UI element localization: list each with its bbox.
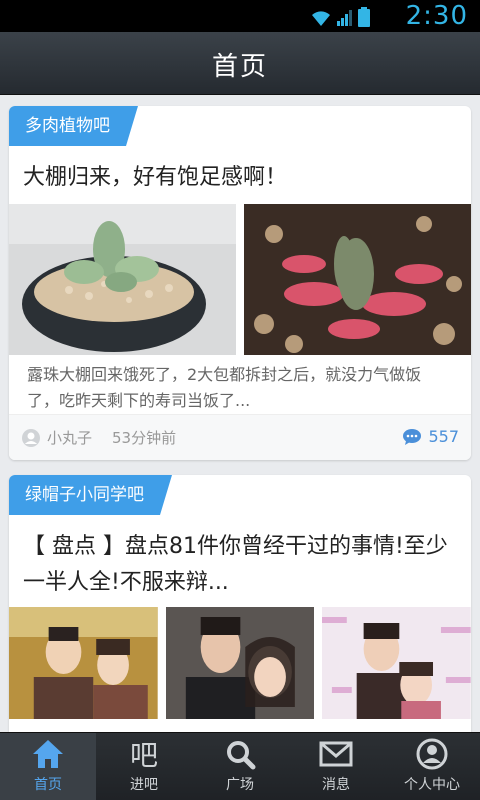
post-excerpt: 露珠大棚回来饿死了，2大包都拆封之后，就没力气做饭了，吃昨天剩下的寿司当饭了..… (27, 365, 422, 410)
app-header: 首页 (0, 32, 480, 95)
author-info[interactable]: 小丸子 53分钟前 (21, 427, 176, 448)
comment-icon (403, 428, 422, 445)
search-icon (227, 741, 256, 770)
status-time: 2:30 (405, 1, 468, 31)
post-images (9, 607, 471, 719)
post-card[interactable]: 多肉植物吧 大棚归来，好有饱足感啊！ 露珠大棚回来饿死了，2大包都拆封之后，就没… (9, 106, 471, 460)
nav-label: 进吧 (130, 777, 158, 793)
post-time: 53分钟前 (112, 429, 177, 447)
post-images (9, 204, 471, 355)
nav-label: 消息 (322, 777, 350, 793)
signal-icon (337, 10, 352, 26)
user-icon (416, 738, 448, 770)
post-image[interactable] (9, 607, 158, 719)
battery-icon (358, 7, 370, 27)
post-image[interactable] (322, 607, 471, 719)
nav-item-messages[interactable]: 消息 (288, 733, 384, 800)
nav-label: 首页 (34, 777, 62, 793)
post-title[interactable]: 【 盘点 】盘点81件你曾经干过的事情!至少一半人全!不服来辩... (23, 529, 457, 601)
author-name[interactable]: 小丸子 (47, 427, 92, 448)
forum-tag[interactable]: 绿帽子小同学吧 (9, 475, 172, 515)
nav-item-ba[interactable]: 吧 进吧 (96, 733, 192, 800)
comment-count-value: 557 (428, 427, 459, 446)
nav-label: 个人中心 (404, 777, 460, 793)
ba-icon: 吧 (130, 739, 158, 770)
home-icon (33, 740, 63, 768)
post-title[interactable]: 大棚归来，好有饱足感啊！ (23, 160, 457, 196)
post-image[interactable] (244, 204, 471, 355)
status-icons (310, 7, 370, 27)
post-feed[interactable]: 多肉植物吧 大棚归来，好有饱足感啊！ 露珠大棚回来饿死了，2大包都拆封之后，就没… (0, 95, 480, 732)
page-title: 首页 (211, 52, 268, 82)
forum-tag[interactable]: 多肉植物吧 (9, 106, 138, 146)
post-image[interactable] (9, 204, 236, 355)
nav-label: 广场 (226, 777, 254, 793)
avatar-icon (22, 428, 40, 447)
bottom-nav: 首页 吧 进吧 广场 消息 个人中心 (0, 732, 480, 800)
nav-item-profile[interactable]: 个人中心 (384, 733, 480, 800)
nav-item-square[interactable]: 广场 (192, 733, 288, 800)
wifi-icon (312, 11, 330, 26)
mail-icon (319, 741, 353, 767)
post-footer: 小丸子 53分钟前 557 (9, 414, 471, 460)
status-bar: 2:30 (0, 0, 480, 32)
post-card[interactable]: 绿帽子小同学吧 【 盘点 】盘点81件你曾经干过的事情!至少一半人全!不服来辩.… (9, 475, 471, 732)
nav-item-home[interactable]: 首页 (0, 733, 96, 800)
post-image[interactable] (165, 607, 315, 719)
comment-count[interactable]: 557 (402, 427, 459, 446)
svg-text:吧: 吧 (130, 739, 158, 770)
